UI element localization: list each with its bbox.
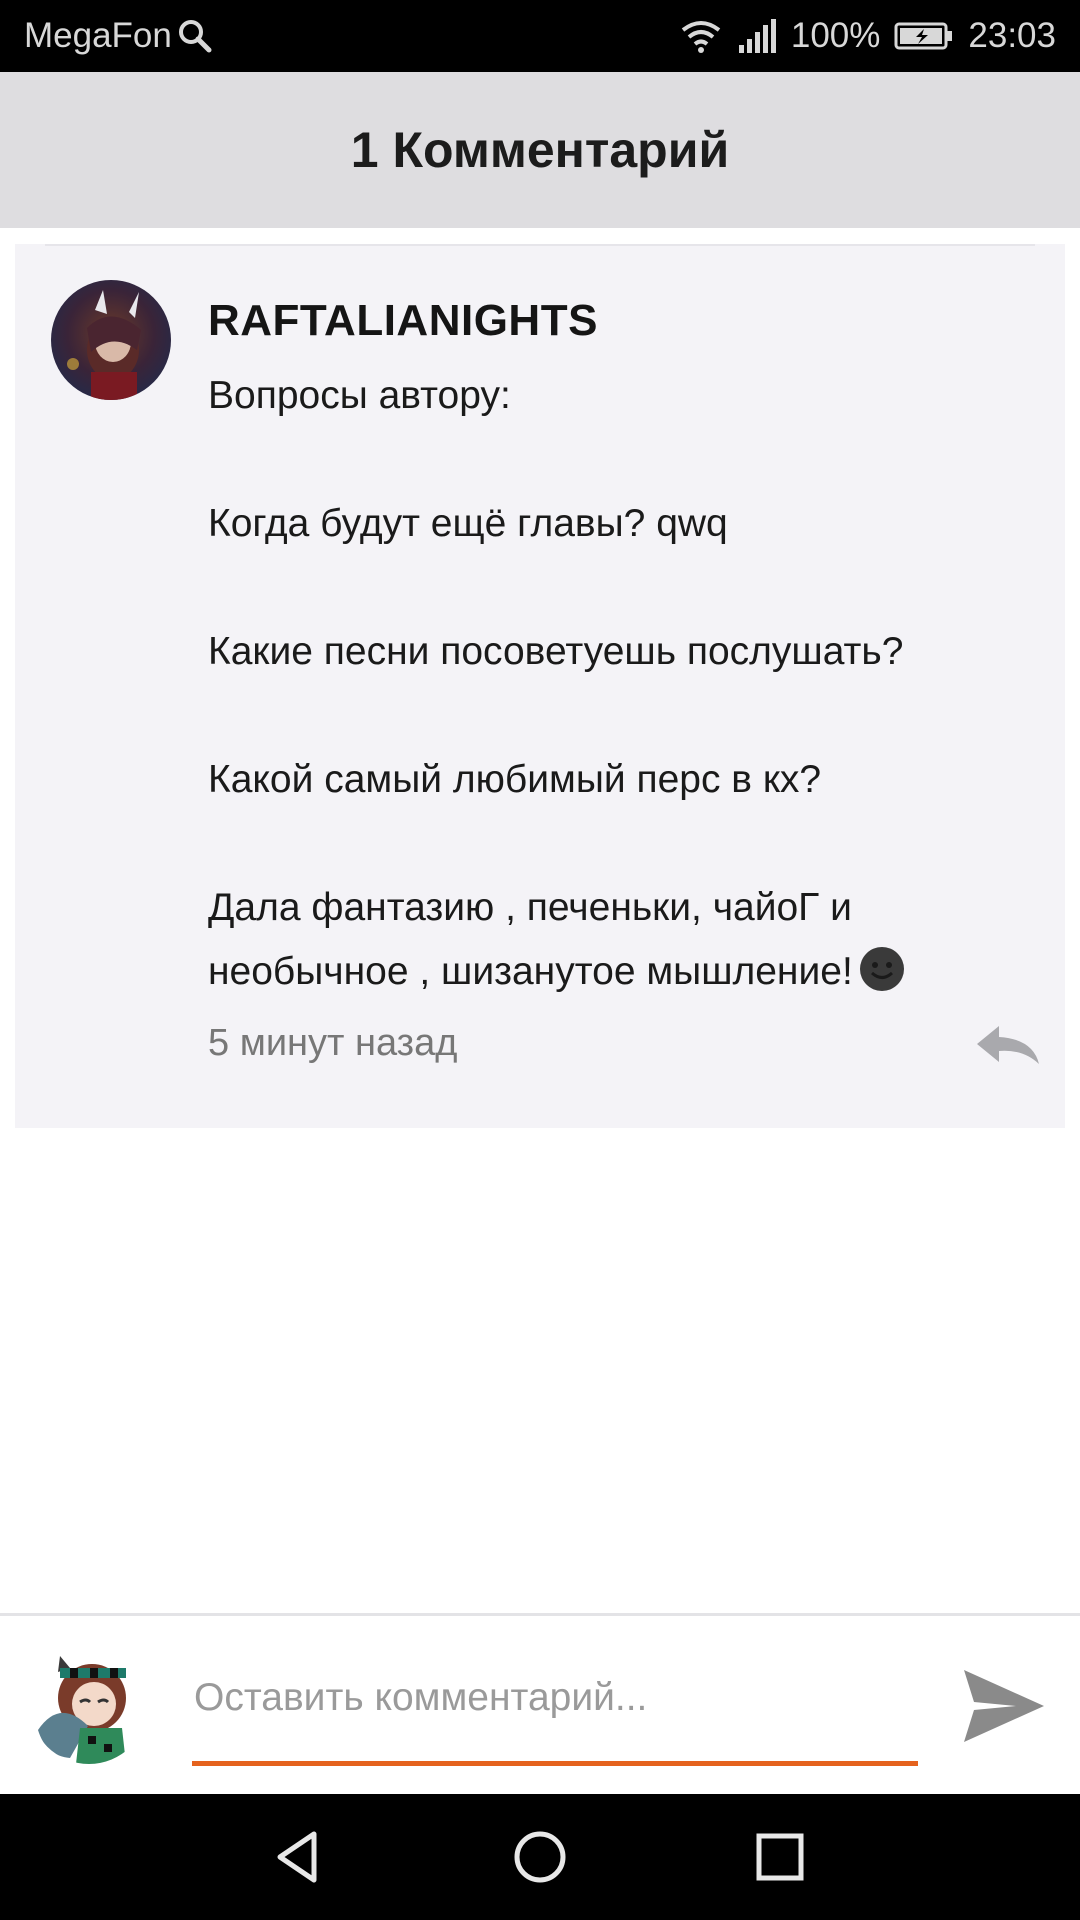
home-icon[interactable] xyxy=(507,1824,573,1890)
wifi-icon xyxy=(681,21,721,53)
comment-text-content: Вопросы автору: Когда будут ещё главы? q… xyxy=(208,374,904,993)
search-icon xyxy=(178,20,212,53)
commenter-avatar[interactable] xyxy=(51,280,171,400)
reply-icon[interactable] xyxy=(975,1022,1041,1068)
status-right: 100% 23:03 xyxy=(679,0,1056,72)
status-bar: MegaFon 100% 23:03 xyxy=(0,0,1080,72)
emoji-icon xyxy=(859,947,904,991)
signal-icon xyxy=(738,19,776,53)
comments-header: 1 Комментарий xyxy=(0,72,1080,228)
battery-icon xyxy=(894,22,953,50)
divider xyxy=(45,244,1035,246)
comment-input[interactable] xyxy=(192,1658,922,1738)
comment-input-bar xyxy=(0,1616,1080,1794)
user-avatar[interactable] xyxy=(30,1646,148,1764)
input-underline xyxy=(192,1761,918,1766)
comment-timestamp: 5 минут назад xyxy=(208,1022,458,1064)
comment-username[interactable]: RAFTALIANIGHTS xyxy=(208,296,1028,346)
status-left: MegaFon xyxy=(24,0,212,72)
comment-card: RAFTALIANIGHTS Вопросы автору: Когда буд… xyxy=(15,244,1065,1128)
send-icon[interactable] xyxy=(960,1662,1048,1750)
recents-icon[interactable] xyxy=(747,1824,813,1890)
back-icon[interactable] xyxy=(266,1824,332,1890)
comment-text: Вопросы автору: Когда будут ещё главы? q… xyxy=(208,364,1028,1004)
page-title: 1 Комментарий xyxy=(350,122,730,178)
battery-percent: 100% xyxy=(790,16,881,55)
clock: 23:03 xyxy=(968,16,1056,55)
carrier-name: MegaFon xyxy=(24,16,172,55)
navigation-bar xyxy=(0,1794,1080,1920)
comment-body: RAFTALIANIGHTS Вопросы автору: Когда буд… xyxy=(208,296,1028,1004)
